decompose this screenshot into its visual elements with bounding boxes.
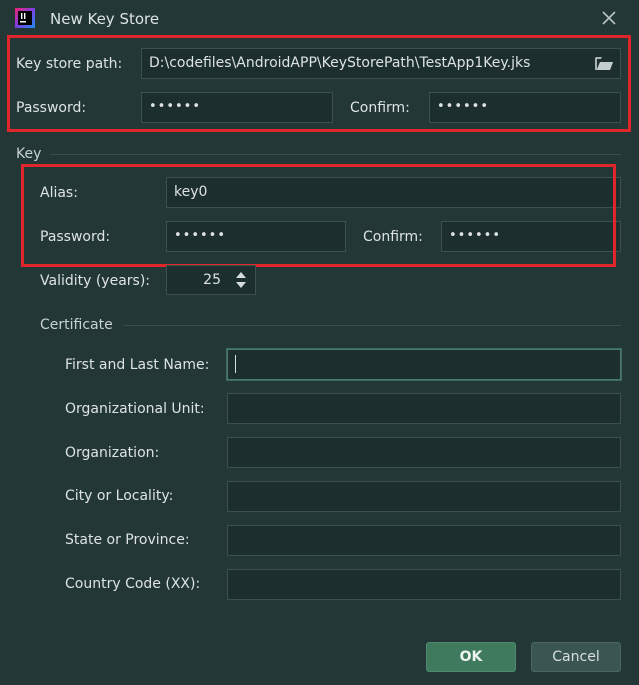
keystore-password-label: Password: xyxy=(16,100,87,116)
key-confirm-input[interactable]: •••••• xyxy=(441,221,621,252)
country-code-label: Country Code (XX): xyxy=(65,576,201,592)
keystore-confirm-value: •••••• xyxy=(437,99,490,114)
ok-button[interactable]: OK xyxy=(426,642,516,672)
key-password-input[interactable]: •••••• xyxy=(166,221,346,252)
key-store-path-input[interactable]: D:\codefiles\AndroidAPP\KeyStorePath\Tes… xyxy=(141,48,621,79)
city-locality-input[interactable] xyxy=(227,481,621,512)
close-icon[interactable] xyxy=(601,10,617,26)
keystore-password-value: •••••• xyxy=(149,99,202,114)
cancel-button[interactable]: Cancel xyxy=(531,642,621,672)
spinner-arrows-icon[interactable] xyxy=(232,268,250,292)
key-confirm-label: Confirm: xyxy=(363,229,423,245)
alias-value: key0 xyxy=(174,184,208,200)
key-confirm-value: •••••• xyxy=(449,228,502,243)
keystore-confirm-label: Confirm: xyxy=(350,100,410,116)
window-title: New Key Store xyxy=(50,10,160,28)
title-bar: New Key Store xyxy=(0,0,639,36)
certificate-section-title: Certificate xyxy=(40,317,113,333)
organizational-unit-label: Organizational Unit: xyxy=(65,401,205,417)
folder-open-icon[interactable] xyxy=(594,55,614,72)
organizational-unit-input[interactable] xyxy=(227,393,621,424)
alias-label: Alias: xyxy=(40,185,78,201)
city-locality-label: City or Locality: xyxy=(65,488,174,504)
validity-value: 25 xyxy=(203,272,221,288)
country-code-input[interactable] xyxy=(227,569,621,600)
state-province-label: State or Province: xyxy=(65,532,190,548)
key-store-path-label: Key store path: xyxy=(16,56,123,72)
key-password-label: Password: xyxy=(40,229,111,245)
organization-label: Organization: xyxy=(65,445,160,461)
organization-input[interactable] xyxy=(227,437,621,468)
keystore-confirm-input[interactable]: •••••• xyxy=(429,92,621,123)
alias-input[interactable]: key0 xyxy=(166,177,621,208)
text-cursor xyxy=(235,355,236,373)
keystore-password-input[interactable]: •••••• xyxy=(141,92,333,123)
state-province-input[interactable] xyxy=(227,525,621,556)
first-last-name-label: First and Last Name: xyxy=(65,357,210,373)
key-password-value: •••••• xyxy=(174,228,227,243)
certificate-section-divider xyxy=(124,325,621,326)
key-section-divider xyxy=(50,154,621,155)
first-last-name-input[interactable] xyxy=(227,349,621,380)
intellij-idea-icon xyxy=(15,8,35,28)
validity-label: Validity (years): xyxy=(40,273,151,289)
key-section-title: Key xyxy=(16,146,42,162)
key-store-path-value: D:\codefiles\AndroidAPP\KeyStorePath\Tes… xyxy=(149,55,531,71)
